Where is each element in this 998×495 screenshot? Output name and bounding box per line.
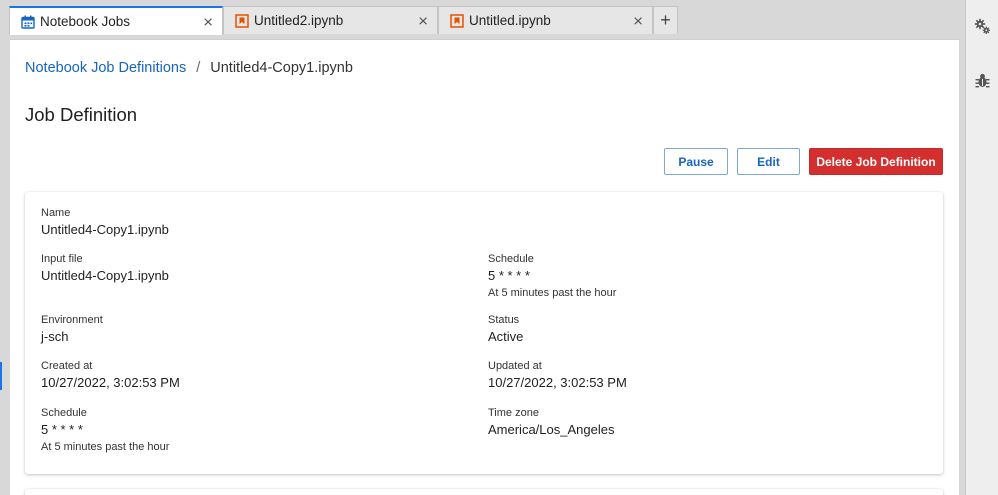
right-sidebar — [965, 0, 998, 495]
add-tab-button[interactable]: + — [653, 6, 678, 34]
field-label: Name — [41, 207, 71, 219]
field-value: 10/27/2022, 3:02:53 PM — [41, 375, 180, 390]
pause-button[interactable]: Pause — [664, 148, 728, 175]
breadcrumb-separator: / — [196, 60, 201, 76]
field-value: 10/27/2022, 3:02:53 PM — [488, 375, 627, 390]
notebook-icon — [235, 13, 249, 28]
details-card: Name Untitled4-Copy1.ipynb Input file Un… — [25, 192, 943, 474]
field-label: Schedule — [41, 407, 87, 419]
field-time-zone: Time zone America/Los_Angeles — [488, 407, 614, 438]
field-status: Status Active — [488, 314, 523, 345]
field-schedule: Schedule 5 * * * * At 5 minutes past the… — [488, 253, 616, 300]
field-value: America/Los_Angeles — [488, 422, 615, 437]
gears-icon[interactable] — [974, 18, 991, 35]
left-gutter — [0, 34, 10, 495]
field-created-at: Created at 10/27/2022, 3:02:53 PM — [41, 360, 180, 391]
notebook-icon — [450, 13, 464, 28]
secondary-card — [25, 489, 943, 495]
breadcrumb-current: Untitled4-Copy1.ipynb — [210, 60, 353, 76]
main-panel: Notebook Job Definitions / Untitled4-Cop… — [10, 39, 959, 495]
edit-button[interactable]: Edit — [737, 148, 800, 175]
breadcrumb-link-job-definitions[interactable]: Notebook Job Definitions — [25, 60, 186, 76]
field-label: Input file — [41, 253, 83, 265]
breadcrumb: Notebook Job Definitions / Untitled4-Cop… — [25, 60, 353, 76]
field-subtext: At 5 minutes past the hour — [41, 441, 170, 453]
field-label: Created at — [41, 360, 93, 372]
field-subtext: At 5 minutes past the hour — [488, 287, 617, 299]
field-schedule: Schedule 5 * * * * At 5 minutes past the… — [41, 407, 169, 454]
field-updated-at: Updated at 10/27/2022, 3:02:53 PM — [488, 360, 627, 391]
field-value: 5 * * * * — [41, 422, 83, 437]
field-value: Active — [488, 329, 524, 344]
gutter-accent — [0, 362, 2, 390]
tab-untitled[interactable]: Untitled.ipynb × — [438, 6, 653, 34]
page-title: Job Definition — [25, 104, 138, 125]
delete-job-definition-button[interactable]: Delete Job Definition — [809, 148, 943, 175]
field-value: j-sch — [41, 329, 69, 344]
field-value: 5 * * * * — [488, 268, 530, 283]
close-icon[interactable]: × — [633, 12, 643, 29]
close-icon[interactable]: × — [418, 12, 428, 29]
field-label: Status — [488, 314, 520, 326]
action-bar: Pause Edit Delete Job Definition — [664, 148, 943, 175]
tab-untitled2[interactable]: Untitled2.ipynb × — [223, 6, 438, 34]
calendar-icon — [21, 15, 35, 29]
tab-notebook-jobs[interactable]: Notebook Jobs × — [9, 6, 223, 35]
bug-icon[interactable] — [974, 72, 991, 89]
field-input-file: Input file Untitled4-Copy1.ipynb — [41, 253, 169, 284]
jupyterlab-window: Notebook Jobs × Untitled2.ipynb × Untitl… — [0, 0, 998, 495]
field-name: Name Untitled4-Copy1.ipynb — [41, 207, 169, 238]
tab-bar: Notebook Jobs × Untitled2.ipynb × Untitl… — [0, 0, 965, 35]
tab-label: Untitled.ipynb — [469, 13, 551, 28]
tab-label: Notebook Jobs — [40, 14, 131, 29]
field-label: Time zone — [488, 407, 539, 419]
field-value: Untitled4-Copy1.ipynb — [41, 222, 169, 237]
field-value: Untitled4-Copy1.ipynb — [41, 268, 169, 283]
field-label: Schedule — [488, 253, 534, 265]
field-label: Updated at — [488, 360, 542, 372]
field-label: Environment — [41, 314, 103, 326]
close-icon[interactable]: × — [203, 13, 213, 30]
tab-label: Untitled2.ipynb — [254, 13, 344, 28]
field-environment: Environment j-sch — [41, 314, 103, 345]
